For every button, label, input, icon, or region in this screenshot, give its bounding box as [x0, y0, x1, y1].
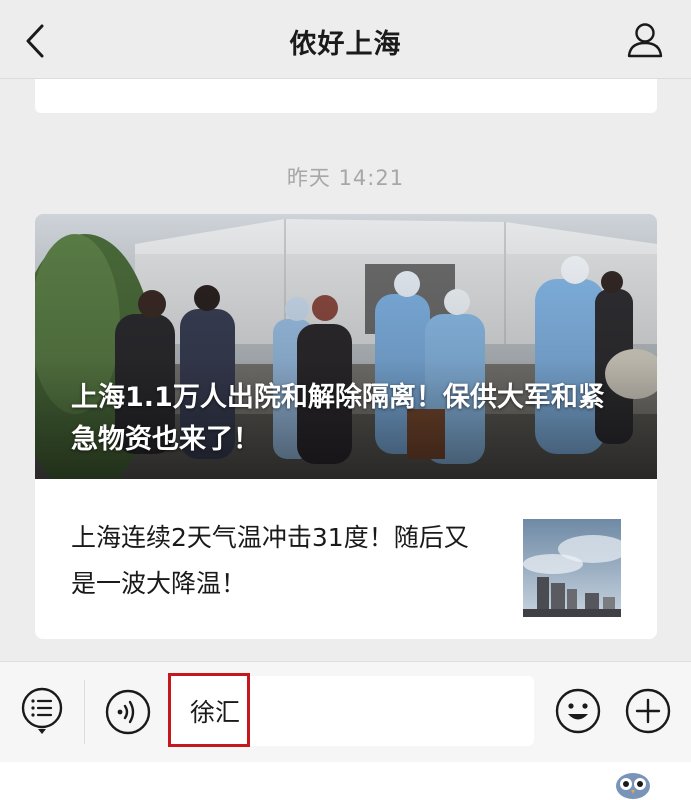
sub-article-title: 上海连续2天气温冲击31度！随后又是一波大降温！ — [71, 523, 469, 598]
top-nav-bar: 侬好上海 — [0, 0, 691, 79]
more-functions-button[interactable] — [624, 687, 672, 735]
voice-button[interactable] — [104, 688, 152, 736]
bottom-safe-area — [0, 762, 691, 800]
cover-article[interactable]: 上海1.1万人出院和解除隔离！保供大军和紧急物资也来了！ — [35, 214, 657, 479]
input-divider — [84, 680, 85, 744]
message-timestamp: 昨天 14:21 — [286, 166, 405, 190]
emoji-button[interactable] — [554, 687, 602, 735]
plus-icon — [625, 688, 671, 734]
emoji-icon — [555, 688, 601, 734]
person-icon — [627, 23, 663, 58]
article-message-card: 上海1.1万人出院和解除隔离！保供大军和紧急物资也来了！ 上海连续2天气温冲击3… — [35, 214, 657, 639]
service-menu-button[interactable] — [20, 686, 64, 736]
message-input[interactable] — [168, 676, 534, 746]
menu-list-icon — [21, 687, 63, 734]
page-title: 侬好上海 — [289, 29, 402, 60]
previous-message-card[interactable] — [35, 79, 657, 113]
voice-icon — [105, 689, 151, 735]
cover-article-title: 上海1.1万人出院和解除隔离！保供大军和紧急物资也来了！ — [71, 382, 605, 455]
chat-input-bar — [0, 661, 691, 762]
mascot-watermark-icon — [616, 773, 650, 799]
sub-article-thumbnail — [523, 519, 621, 617]
profile-button[interactable] — [625, 20, 665, 60]
sub-article-item[interactable]: 上海连续2天气温冲击31度！随后又是一波大降温！ — [35, 479, 657, 639]
